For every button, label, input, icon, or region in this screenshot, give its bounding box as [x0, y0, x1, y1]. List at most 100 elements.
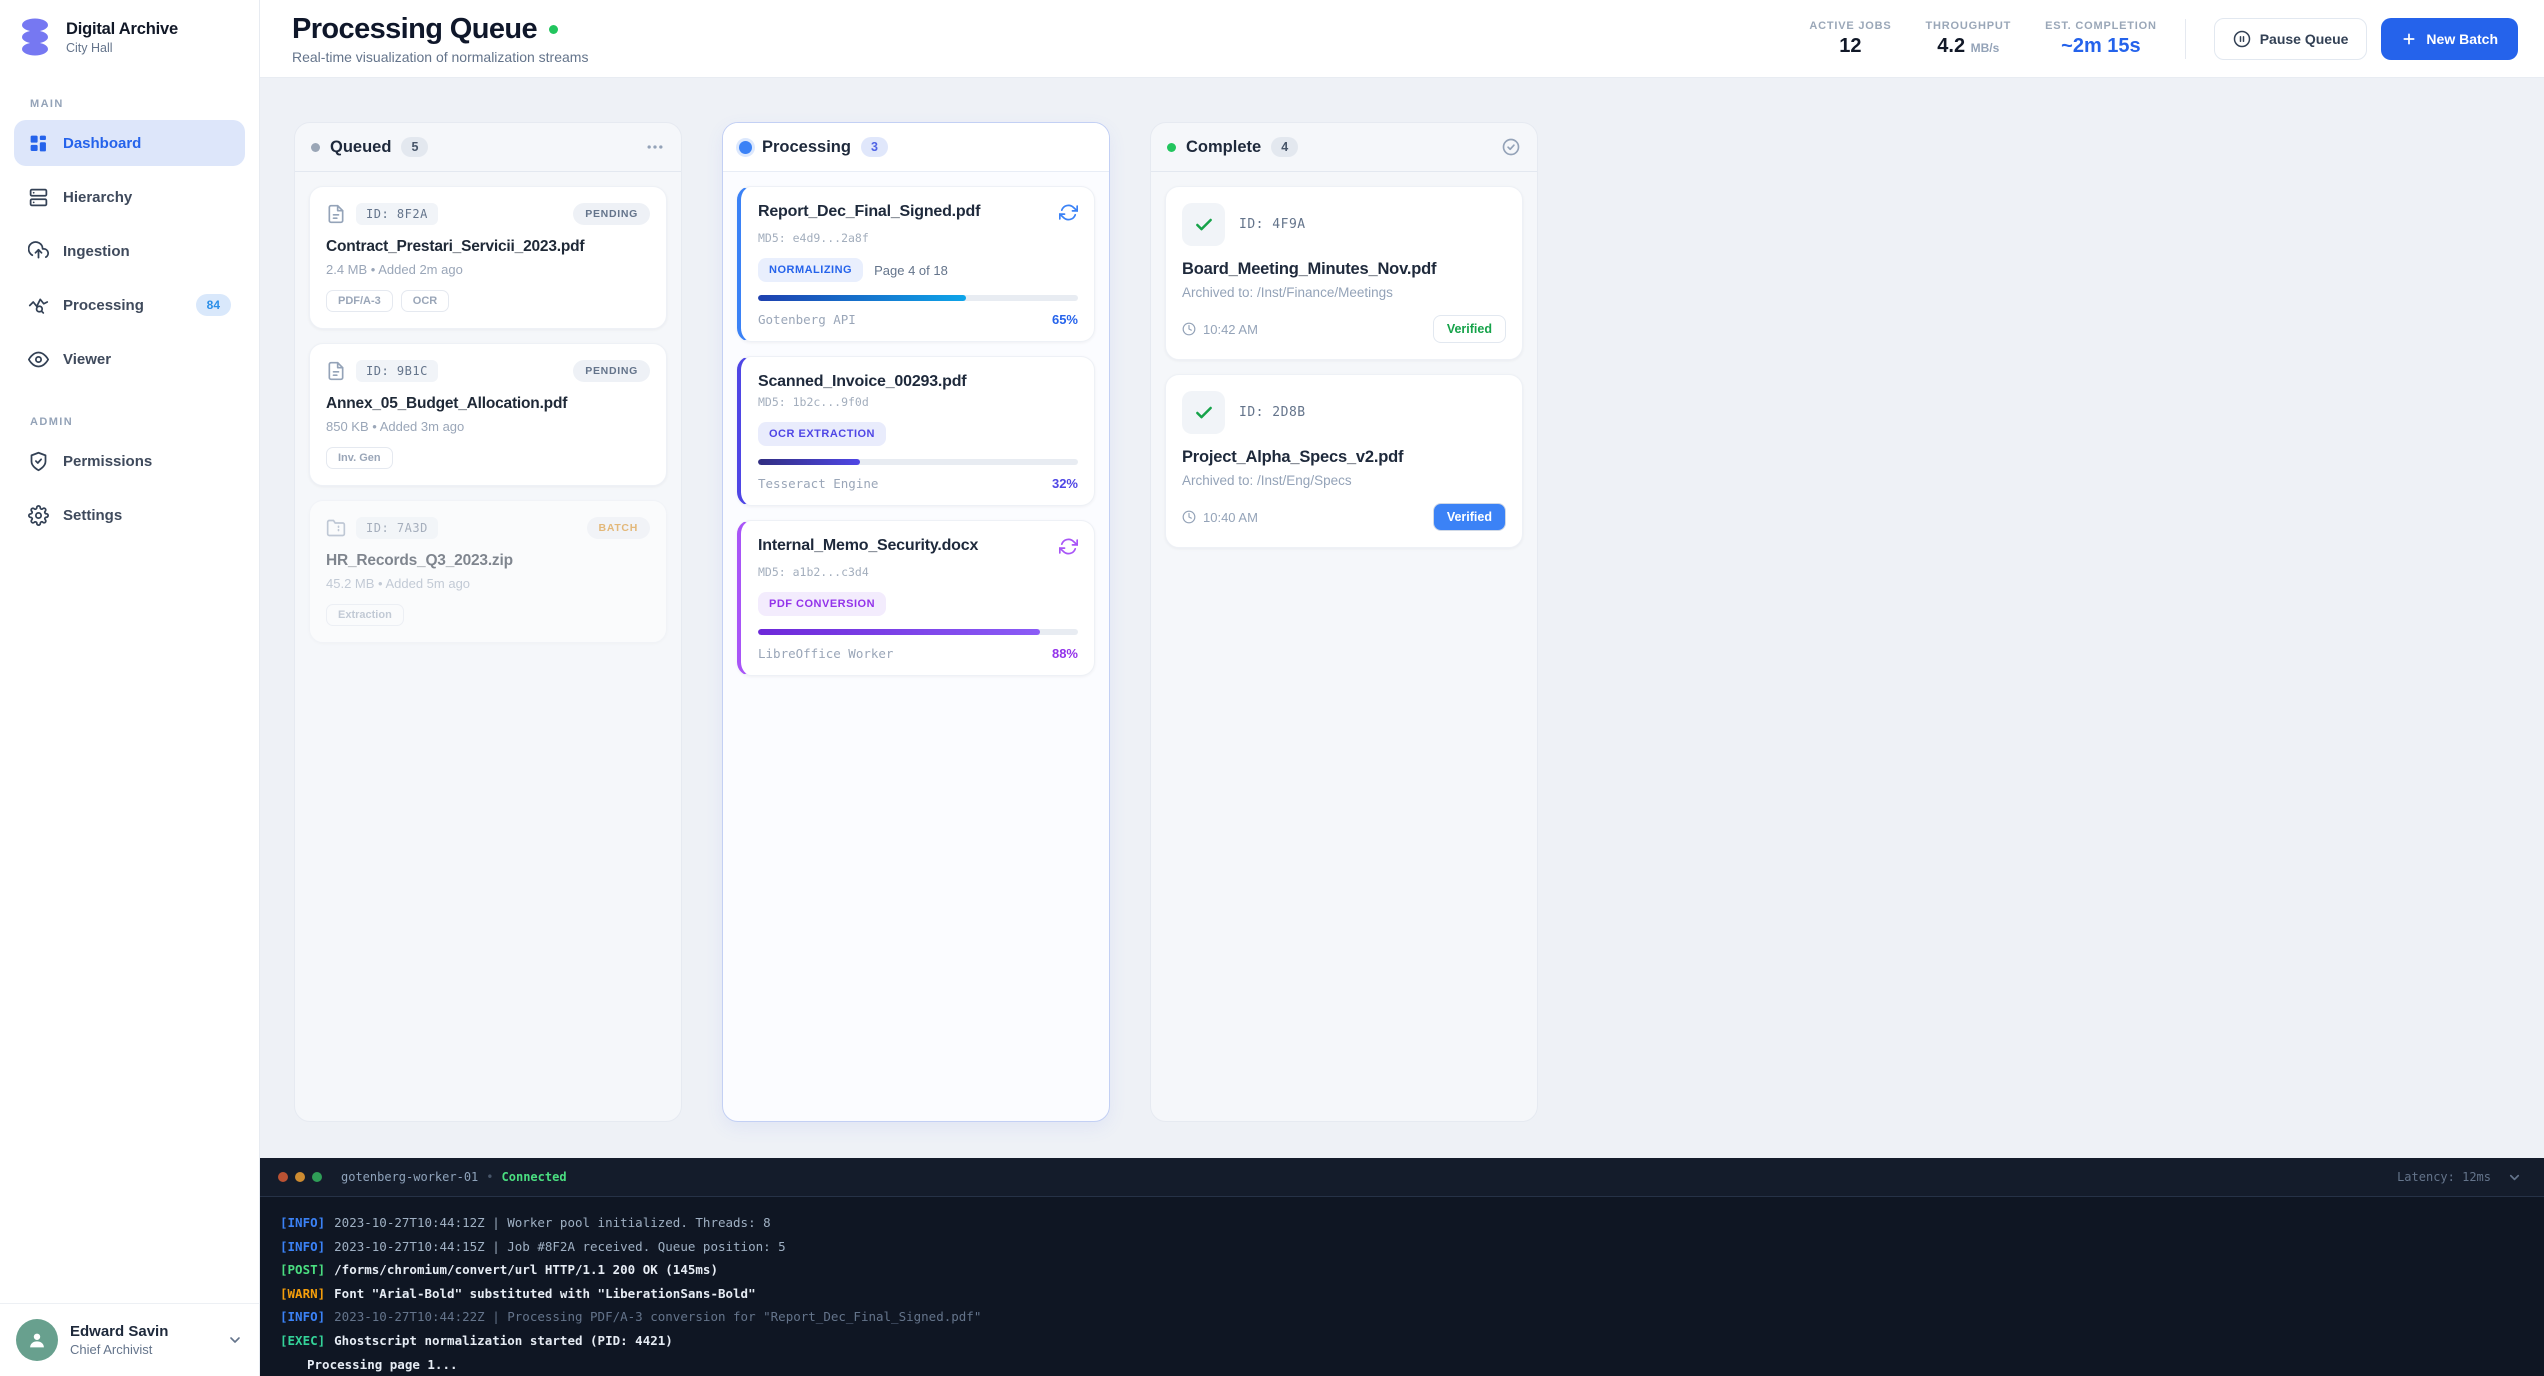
kanban-board: Queued 5 ID: 8F2A PENDING Contract_Prest…	[260, 78, 2544, 1158]
complete-card[interactable]: ID: 2D8B Project_Alpha_Specs_v2.pdf Arch…	[1165, 374, 1523, 548]
stat-est-completion: EST. COMPLETION ~2m 15s	[2045, 19, 2157, 57]
progress-fill	[758, 459, 861, 465]
log-line: Processing page 1...	[307, 1356, 458, 1372]
user-menu[interactable]: Edward Savin Chief Archivist	[0, 1303, 259, 1376]
sidebar-item-dashboard[interactable]: Dashboard	[14, 120, 245, 166]
job-id: ID: 7A3D	[356, 517, 438, 539]
connection-status: Connected	[501, 1170, 567, 1184]
completed-time: 10:42 AM	[1203, 321, 1258, 337]
file-meta: 850 KB • Added 3m ago	[326, 419, 465, 434]
column-complete-body: ID: 4F9A Board_Meeting_Minutes_Nov.pdf A…	[1151, 172, 1537, 1121]
queued-card[interactable]: ID: 9B1C PENDING Annex_05_Budget_Allocat…	[309, 343, 667, 486]
worker-name: Gotenberg API	[758, 312, 856, 327]
file-md5: MD5: e4d9...2a8f	[758, 231, 869, 245]
file-name: Contract_Prestari_Servicii_2023.pdf	[326, 238, 585, 255]
nav-section-admin: ADMIN	[30, 416, 74, 428]
status-badge: PENDING	[573, 360, 650, 382]
latency-readout: Latency: 12ms	[2397, 1170, 2491, 1184]
queued-card[interactable]: ID: 8F2A PENDING Contract_Prestari_Servi…	[309, 186, 667, 329]
sidebar-item-processing[interactable]: Processing 84	[14, 282, 245, 328]
collapse-chevron-icon[interactable]	[2507, 1170, 2522, 1185]
brand: Digital Archive City Hall	[0, 0, 259, 72]
user-icon	[30, 1333, 44, 1348]
brand-logo-icon	[16, 16, 54, 58]
processing-card[interactable]: Report_Dec_Final_Signed.pdf MD5: e4d9...…	[737, 186, 1095, 342]
page-subtitle: Real-time visualization of normalization…	[292, 48, 589, 65]
worker-name: LibreOffice Worker	[758, 646, 894, 661]
queued-card[interactable]: ID: 7A3D BATCH HR_Records_Q3_2023.zip 45…	[309, 500, 667, 643]
file-name: Annex_05_Budget_Allocation.pdf	[326, 395, 568, 412]
file-text-icon	[328, 361, 344, 381]
completed-time: 10:40 AM	[1203, 509, 1258, 525]
more-menu-icon[interactable]	[645, 137, 665, 157]
traffic-light-red-icon	[278, 1172, 288, 1182]
new-batch-button[interactable]: New Batch	[2381, 17, 2518, 60]
column-queued: Queued 5 ID: 8F2A PENDING Contract_Prest…	[294, 122, 682, 1122]
tag-chip: PDF/A-3	[326, 290, 393, 312]
status-badge: PENDING	[573, 203, 650, 225]
log-line: [POST]/forms/chromium/convert/url HTTP/1…	[280, 1262, 718, 1278]
file-name: HR_Records_Q3_2023.zip	[326, 552, 513, 569]
avatar	[16, 1319, 58, 1361]
column-title: Processing	[762, 137, 851, 156]
job-id: ID: 8F2A	[356, 203, 438, 225]
stage-badge: NORMALIZING	[758, 258, 864, 282]
tag-chip: Inv. Gen	[326, 447, 393, 469]
complete-card[interactable]: ID: 4F9A Board_Meeting_Minutes_Nov.pdf A…	[1165, 186, 1523, 360]
brand-subtitle: City Hall	[66, 40, 113, 55]
progress-track	[758, 459, 1078, 465]
file-meta: 45.2 MB • Added 5m ago	[326, 576, 471, 591]
column-processing: Processing 3 Report_Dec_Final_Signed.pdf…	[722, 122, 1110, 1122]
column-complete: Complete 4 ID: 4F9A Board_Meeting_Minute…	[1150, 122, 1538, 1122]
sidebar-item-label: Dashboard	[63, 134, 142, 152]
traffic-light-yellow-icon	[295, 1172, 305, 1182]
file-md5: MD5: 1b2c...9f0d	[758, 395, 869, 409]
sidebar-item-label: Viewer	[63, 350, 112, 368]
processing-status-dot	[739, 140, 752, 154]
user-name: Edward Savin	[70, 1323, 169, 1340]
log-line: [INFO] 2023-10-27T10:44:15Z | Job #8F2A r…	[280, 1238, 786, 1254]
gear-icon	[28, 504, 49, 526]
sidebar-item-ingestion[interactable]: Ingestion	[14, 228, 245, 274]
eye-icon	[28, 351, 49, 367]
column-processing-body: Report_Dec_Final_Signed.pdf MD5: e4d9...…	[723, 172, 1109, 1121]
sidebar-item-viewer[interactable]: Viewer	[14, 336, 245, 382]
traffic-light-green-icon	[312, 1172, 322, 1182]
file-name: Internal_Memo_Security.docx	[758, 537, 979, 554]
sidebar-item-hierarchy[interactable]: Hierarchy	[14, 174, 245, 220]
processing-card[interactable]: Internal_Memo_Security.docx MD5: a1b2...…	[737, 520, 1095, 676]
log-line: [WARN] Font "Arial-Bold" substituted with…	[280, 1285, 756, 1301]
sync-spinner-icon	[1058, 537, 1079, 561]
terminal-panel: gotenberg-worker-01 • Connected Latency:…	[260, 1158, 2544, 1376]
plus-icon	[2403, 32, 2415, 45]
progress-percent: 65%	[1051, 312, 1078, 327]
check-circle-icon[interactable]	[1501, 137, 1521, 157]
file-name: Board_Meeting_Minutes_Nov.pdf	[1182, 260, 1437, 278]
tag-chip: OCR	[400, 290, 450, 312]
app-window: Digital Archive City Hall MAIN Dashboard…	[0, 0, 2544, 1376]
activity-search-icon	[28, 298, 49, 314]
pause-queue-button[interactable]: Pause Queue	[2213, 17, 2368, 60]
file-md5: MD5: a1b2...c3d4	[758, 565, 869, 579]
column-title: Complete	[1186, 137, 1262, 156]
terminal-log: [INFO] 2023-10-27T10:44:12Z | Worker pool…	[260, 1197, 2544, 1376]
worker-hostname: gotenberg-worker-01	[341, 1170, 479, 1184]
progress-percent: 88%	[1051, 646, 1078, 661]
chevron-down-icon	[230, 1337, 240, 1343]
processing-count-badge: 3	[860, 137, 888, 157]
complete-count-badge: 4	[1271, 137, 1299, 157]
column-title: Queued	[330, 137, 392, 156]
check-icon	[1182, 391, 1225, 434]
processing-card[interactable]: Scanned_Invoice_00293.pdf MD5: 1b2c...9f…	[737, 356, 1095, 506]
archive-path: Archived to: /Inst/Finance/Meetings	[1182, 285, 1393, 300]
check-icon	[1182, 203, 1225, 246]
verified-badge-selected: Verified	[1432, 503, 1506, 531]
sidebar-item-settings[interactable]: Settings	[14, 492, 245, 538]
file-name: Scanned_Invoice_00293.pdf	[758, 373, 967, 390]
sidebar-item-permissions[interactable]: Permissions	[14, 438, 245, 484]
progress-track	[758, 629, 1078, 635]
sidebar: Digital Archive City Hall MAIN Dashboard…	[0, 0, 260, 1376]
stage-badge: OCR EXTRACTION	[758, 422, 886, 446]
sidebar-nav: MAIN Dashboard Hierarchy Ingestion Proce…	[0, 72, 259, 1303]
sidebar-item-label: Settings	[63, 506, 123, 524]
